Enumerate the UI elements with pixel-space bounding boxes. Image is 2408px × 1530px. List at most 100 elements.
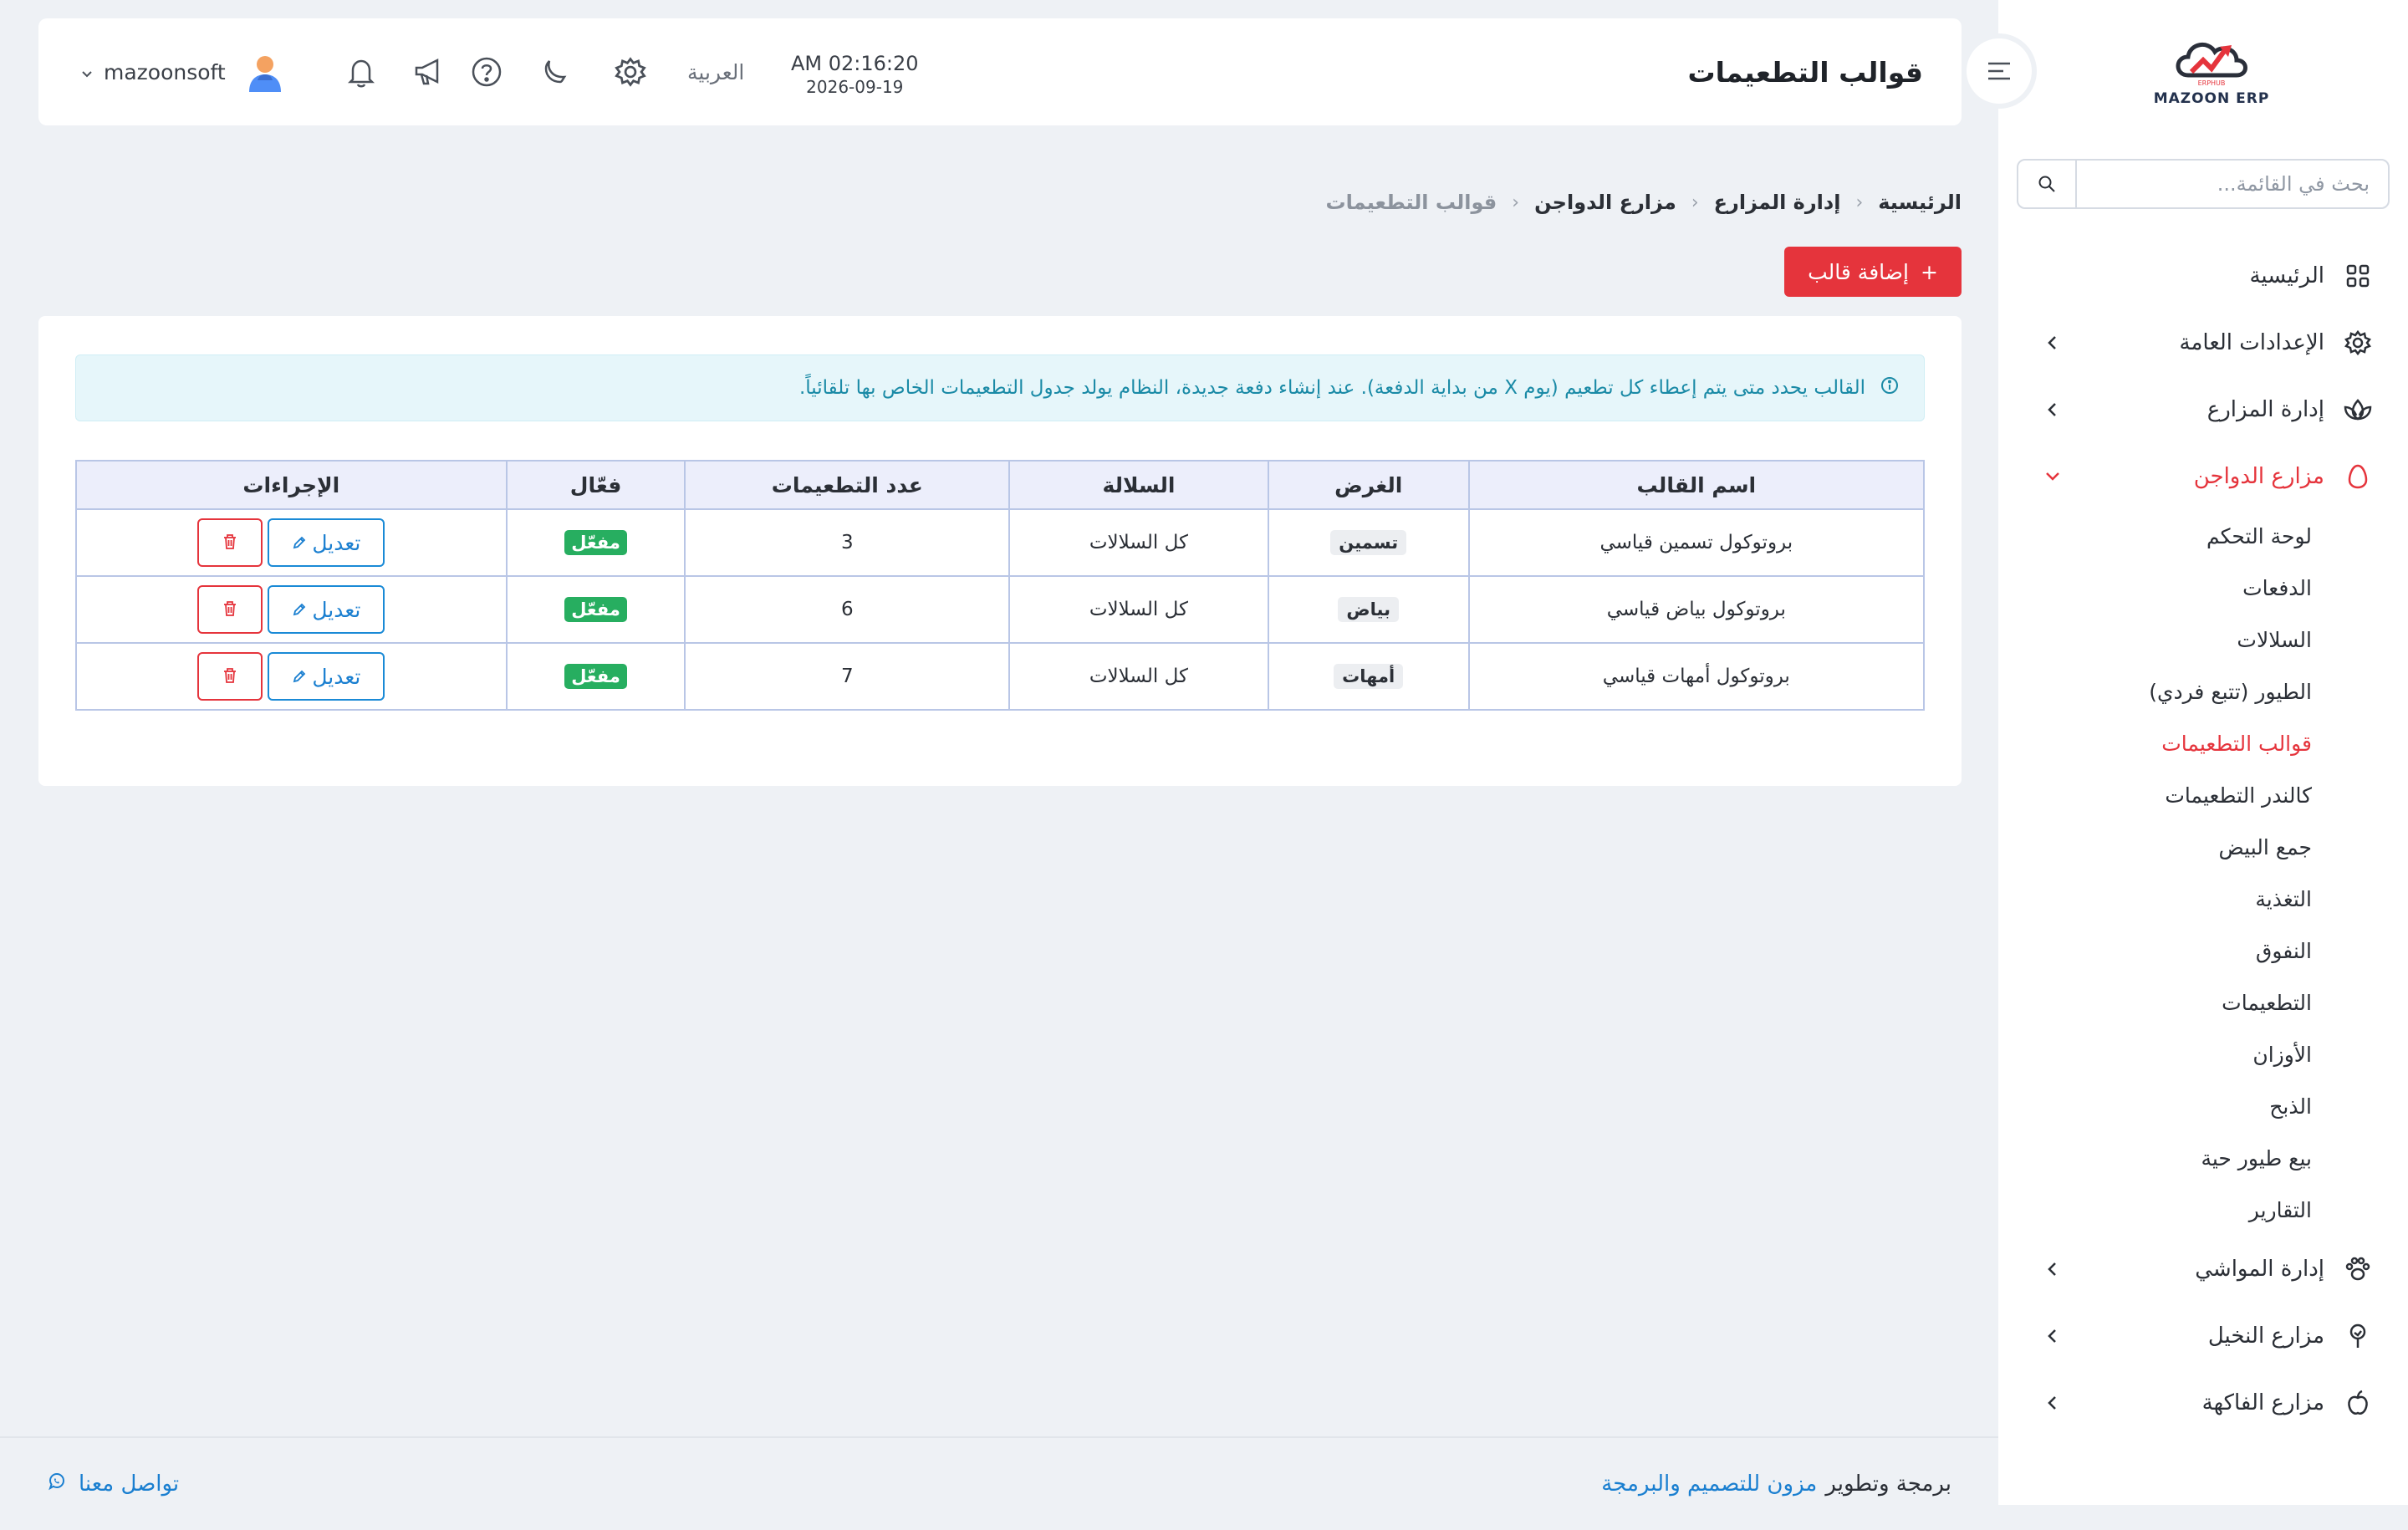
table-header-row: اسم القالب الغرض السلالة عدد التطعيمات ف… [75,460,1926,510]
submenu-vaccination-calendar[interactable]: كالندر التطعيمات [1998,769,2312,821]
delete-button[interactable] [197,652,263,701]
avatar[interactable] [244,52,286,94]
table-row: بروتوكول بياض قياسي بياض كل السلالات 6 م… [75,575,1926,644]
submenu-feeding[interactable]: التغذية [1998,873,2312,925]
purpose-badge: أمهات [1334,664,1404,689]
sidebar-item-label: إدارة المزارع [2206,397,2324,422]
submenu-live-bird-sales[interactable]: بيع طيور حية [1998,1132,2312,1184]
chevron-left-icon [2040,1328,2065,1344]
language-switch[interactable]: العربية [687,18,744,125]
submenu-birds-tracking[interactable]: الطيور (تتبع فردي) [1998,666,2312,717]
submenu-vaccination-templates[interactable]: قوالب التطعيمات [1998,717,2312,769]
paw-icon [2341,1252,2375,1286]
help-icon[interactable] [470,55,503,89]
megaphone-icon[interactable] [411,55,445,89]
submenu-vaccinations[interactable]: التطعيمات [1998,977,2312,1028]
gear-icon[interactable] [614,55,647,89]
breadcrumb-home[interactable]: الرئيسية [1878,191,1962,214]
sidebar-search [2017,159,2390,209]
chevron-left-icon [2040,1395,2065,1411]
top-header: قوالب التطعيمات AM 02:16:20 2026-09-19 ا… [38,18,1962,125]
plus-icon: + [1920,259,1938,284]
breed-cell: كل السلالات [1008,642,1269,711]
poultry-submenu: لوحة التحكم الدفعات السلالات الطيور (تتب… [1998,510,2408,1236]
edit-button[interactable]: تعديل [268,585,385,634]
vaccination-count: 3 [684,508,1011,577]
templates-table: اسم القالب الغرض السلالة عدد التطعيمات ف… [75,460,1926,711]
submenu-dashboard[interactable]: لوحة التحكم [1998,510,2312,562]
template-name: بروتوكول تسمين قياسي [1467,508,1926,577]
tree-icon [2341,1319,2375,1353]
whatsapp-icon [47,1471,67,1497]
sidebar-toggle-button[interactable] [1962,33,2037,109]
submenu-batches[interactable]: الدفعات [1998,562,2312,614]
purpose-cell: تسمين [1267,508,1470,577]
breed-cell: كل السلالات [1008,575,1269,644]
info-icon [1880,376,1899,400]
sidebar-search-input[interactable] [2077,161,2388,207]
moon-icon[interactable] [538,55,572,89]
sidebar-item-label: مزارع النخيل [2207,1323,2324,1349]
status-cell: مفعّل [505,575,686,644]
vaccination-count: 7 [684,642,1011,711]
pencil-icon [292,598,307,622]
contact-label: تواصل معنا [79,1471,180,1497]
actions-cell: تعديل [75,508,508,577]
contact-link[interactable]: تواصل معنا [47,1438,179,1530]
vaccination-count: 6 [684,575,1011,644]
username: mazoonsoft [104,59,226,84]
breadcrumb-current: قوالب التطعيمات [1325,191,1497,214]
user-menu[interactable]: mazoonsoft [80,18,226,125]
info-alert-text: القالب يحدد متى يتم إعطاء كل تطعيم (يوم … [798,377,1865,399]
column-header-count[interactable]: عدد التطعيمات [684,460,1011,510]
sidebar-item-fruit-farms[interactable]: مزارع الفاكهة [1998,1369,2408,1436]
logo-icon: ERPHUB [2176,43,2247,87]
chevron-left-icon [2040,1261,2065,1278]
purpose-cell: أمهات [1267,642,1470,711]
app-logo[interactable]: ERPHUB MAZOON ERP [2136,32,2287,115]
sidebar-item-palm-farms[interactable]: مزارع النخيل [1998,1303,2408,1369]
chevron-down-icon [80,60,94,84]
pencil-icon [292,531,307,555]
status-cell: مفعّل [505,642,686,711]
logo-text: MAZOON ERP [2153,90,2270,107]
submenu-breeds[interactable]: السلالات [1998,614,2312,666]
sidebar-item-poultry-farms[interactable]: مزارع الدواجن [1998,443,2408,510]
template-name: بروتوكول أمهات قياسي [1467,642,1926,711]
search-icon[interactable] [2018,161,2077,207]
add-template-button[interactable]: + إضافة قالب [1784,247,1962,297]
column-header-name[interactable]: اسم القالب [1467,460,1926,510]
submenu-reports[interactable]: التقارير [1998,1184,2312,1236]
column-header-actions: الإجراءات [75,460,508,510]
sidebar-nav: الرئيسية الإعدادات العامة إدارة المزارع [1998,242,2408,1436]
column-header-purpose[interactable]: الغرض [1267,460,1470,510]
sidebar-item-label: مزارع الدواجن [2193,464,2324,489]
breadcrumb-poultry-farms[interactable]: مزارع الدواجن [1534,191,1676,214]
breadcrumb-farm-management[interactable]: إدارة المزارع [1714,191,1841,214]
column-header-breed[interactable]: السلالة [1008,460,1269,510]
edit-button[interactable]: تعديل [268,652,385,701]
sidebar-item-farm-management[interactable]: إدارة المزارع [1998,376,2408,443]
table-row: بروتوكول تسمين قياسي تسمين كل السلالات 3… [75,508,1926,577]
add-template-label: إضافة قالب [1808,259,1909,284]
edit-label: تعديل [312,530,361,555]
bell-icon[interactable] [344,55,378,89]
delete-button[interactable] [197,518,263,567]
trash-icon [222,533,237,553]
egg-icon [2341,460,2375,493]
submenu-egg-collection[interactable]: جمع البيض [1998,821,2312,873]
submenu-slaughter[interactable]: الذبح [1998,1080,2312,1132]
column-header-active[interactable]: فعّال [505,460,686,510]
sidebar-item-livestock[interactable]: إدارة المواشي [1998,1236,2408,1303]
chevron-left-icon [2040,401,2065,418]
delete-button[interactable] [197,585,263,634]
purpose-badge: تسمين [1330,530,1407,555]
sidebar-item-label: الرئيسية [2249,263,2324,288]
edit-button[interactable]: تعديل [268,518,385,567]
sidebar-item-home[interactable]: الرئيسية [1998,242,2408,309]
sidebar-item-general-settings[interactable]: الإعدادات العامة [1998,309,2408,376]
footer-brand-link[interactable]: مزون للتصميم والبرمجة [1601,1471,1817,1497]
submenu-weights[interactable]: الأوزان [1998,1028,2312,1080]
chevron-down-icon [2040,471,2065,482]
submenu-mortality[interactable]: النفوق [1998,925,2312,977]
